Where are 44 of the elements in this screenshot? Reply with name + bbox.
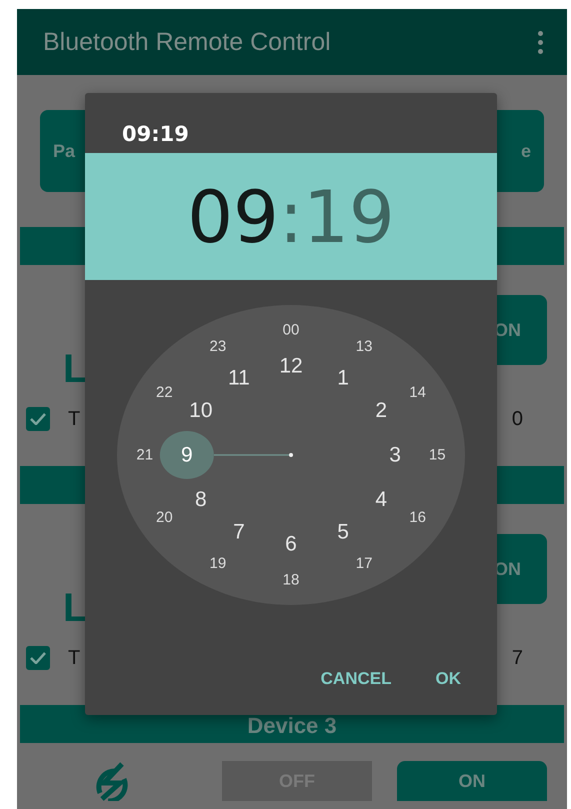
hour-number[interactable]: 18 [282,572,300,588]
hour-number[interactable]: 6 [285,532,297,556]
hour-number[interactable]: 22 [156,384,173,401]
hour-number[interactable]: 2 [375,399,388,422]
device-label: L [63,347,88,391]
dialog-title: 09:19 [121,121,190,148]
checkbox[interactable] [26,407,50,431]
hour-number[interactable]: 00 [282,322,300,338]
hour-number[interactable]: 15 [428,446,446,464]
hour-number[interactable]: 3 [389,444,401,466]
hour-number[interactable]: 14 [409,384,426,401]
hour-number[interactable]: 17 [356,554,372,572]
hour-number[interactable]: 12 [279,354,303,378]
hour-number[interactable]: 4 [375,488,388,511]
hour-number[interactable]: 9 [181,444,193,466]
clock-center-dot [289,453,293,457]
status-text: 0 [512,408,523,430]
time-separator: : [278,174,304,258]
hour-number[interactable]: 13 [356,338,372,356]
checkbox-label: T [68,408,80,430]
hour-number[interactable]: 10 [189,399,212,422]
hour-number[interactable]: 1 [337,366,349,390]
check-icon [30,652,46,664]
hour-number[interactable]: 7 [233,520,245,544]
minutes-value[interactable]: 19 [303,174,395,258]
app-title: Bluetooth Remote Control [43,28,331,56]
hour-number[interactable]: 8 [194,488,207,511]
hour-number[interactable]: 19 [210,554,226,572]
check-icon [30,413,46,425]
status-text: 7 [512,646,523,670]
hour-number[interactable]: 11 [228,366,250,390]
ok-button[interactable]: OK [424,661,473,697]
hour-number[interactable]: 16 [409,509,426,526]
cancel-button[interactable]: CANCEL [308,661,404,697]
checkbox-label: T [68,646,80,670]
checkbox[interactable] [26,646,50,670]
hour-number[interactable]: 5 [337,520,349,544]
clock-face[interactable] [117,305,465,605]
hours-value[interactable]: 09 [187,174,279,258]
hour-number[interactable]: 21 [136,446,154,464]
hour-number[interactable]: 23 [210,338,226,356]
section-title: Device 3 [247,713,337,740]
device-label: L [63,586,88,630]
hour-number[interactable]: 20 [156,509,173,526]
